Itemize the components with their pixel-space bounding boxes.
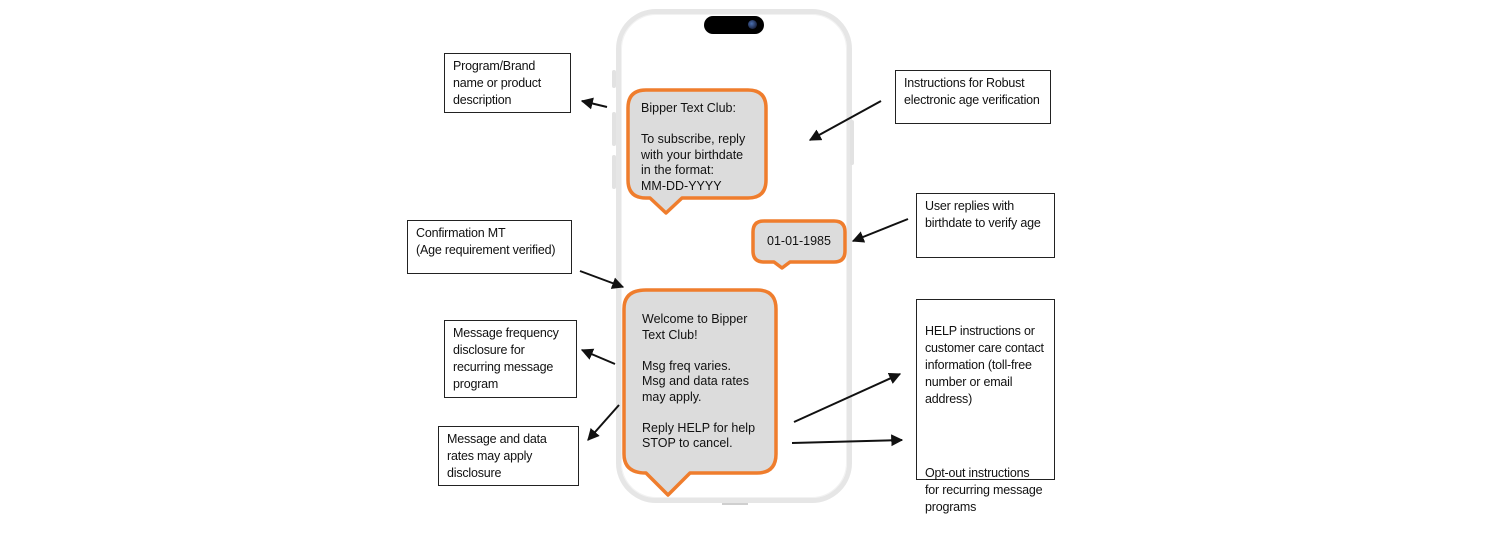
arrow-opt-out: [791, 434, 904, 447]
annotation-help-opt-out-box: HELP instructions or customer care conta…: [916, 299, 1055, 514]
annotation-msg-frequency: Message frequency disclosure for recurri…: [444, 320, 577, 398]
annotation-user-replies: User replies with birthdate to verify ag…: [916, 193, 1055, 258]
annotation-help-instructions: HELP instructions or customer care conta…: [925, 324, 1044, 406]
arrow-msg-data-rates: [587, 404, 620, 441]
annotation-msg-data-rates: Message and data rates may apply disclos…: [438, 426, 579, 486]
arrow-help-instructions: [793, 372, 902, 423]
message-bubble-2-text: 01-01-1985: [767, 234, 831, 248]
annotation-program-brand: Program/Brand name or product descriptio…: [444, 53, 571, 113]
annotation-spacer: [925, 425, 1046, 448]
annotation-age-verification: Instructions for Robust electronic age v…: [895, 70, 1051, 124]
message-bubble-1-text: Bipper Text Club: To subscribe, reply wi…: [641, 101, 746, 193]
arrow-msg-frequency: [580, 348, 616, 365]
arrow-age-verification: [808, 100, 882, 141]
message-bubble-3-text: Welcome to Bipper Text Club! Msg freq va…: [642, 312, 756, 450]
annotation-opt-out: Opt-out instructions for recurring messa…: [925, 466, 1043, 514]
annotation-confirmation-mt: Confirmation MT (Age requirement verifie…: [407, 220, 572, 274]
arrow-program-brand: [580, 97, 608, 110]
arrow-user-replies: [851, 218, 909, 243]
arrow-confirmation-mt: [579, 270, 625, 289]
